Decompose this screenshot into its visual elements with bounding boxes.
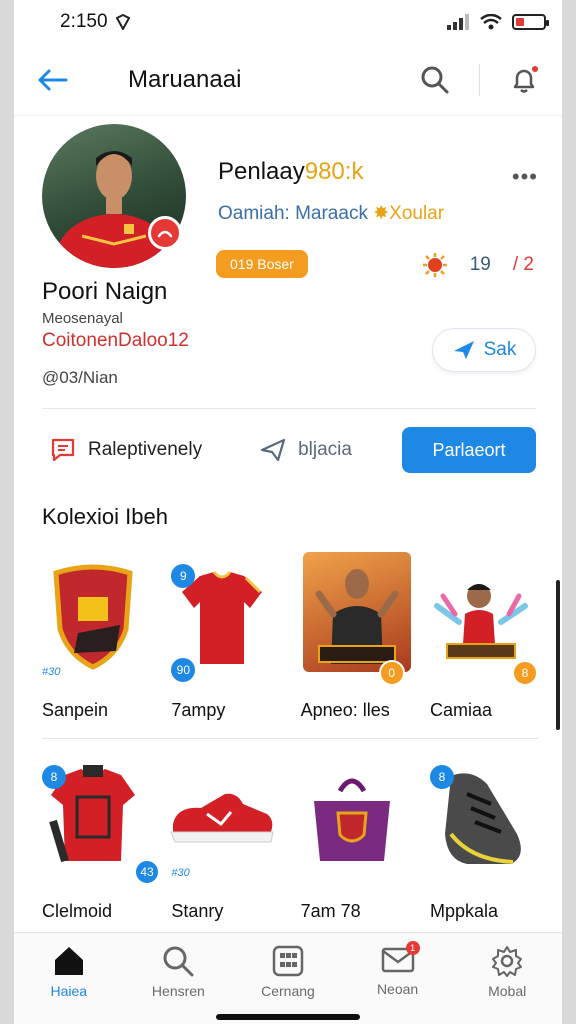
- collection-item[interactable]: 7am 78: [293, 753, 417, 939]
- bag-icon: [313, 778, 390, 861]
- primary-action-button[interactable]: Parlaeort: [402, 427, 536, 473]
- nav-search[interactable]: Hensren: [128, 945, 228, 999]
- share-icon: [260, 438, 286, 462]
- profile-stats: 19 / 2: [422, 252, 534, 278]
- collection-item[interactable]: 8 43 Clelmoid: [34, 753, 160, 939]
- gear-icon: [492, 946, 523, 977]
- message-icon: [51, 438, 75, 462]
- stat-value: 19: [469, 254, 491, 275]
- sak-button[interactable]: Sak: [432, 328, 536, 372]
- figurine-icon: [433, 584, 528, 659]
- home-icon: [54, 947, 83, 975]
- profile-card: Penlaay980:k Oamiah: Maraack ✸Xoular •••…: [14, 116, 562, 416]
- collection-item[interactable]: 8 Camiaa: [422, 552, 546, 738]
- user-handle: @03/Nian: [42, 368, 118, 387]
- nav-home[interactable]: Haiea: [19, 945, 119, 999]
- status-badge: 019 Boser: [216, 250, 308, 278]
- back-button[interactable]: [32, 60, 72, 100]
- app-screen: 2:150 Maruanaai Penlaay980:k Oamiah: Mar…: [14, 0, 562, 1024]
- notification-dot: [530, 63, 540, 74]
- team-crest-icon: [53, 564, 133, 670]
- more-options-button[interactable]: •••: [512, 164, 538, 190]
- collection-row: 8 43 Clelmoid #30 Stanry 7am 78 8 Mppkal…: [34, 753, 546, 939]
- sneaker-icon: [170, 793, 274, 843]
- profile-subtitle: Oamiah: Maraack ✸Xoular: [218, 203, 445, 224]
- collection-title: Kolexioi Ibeh: [42, 504, 168, 529]
- profile-name: Penlaay980:k: [218, 158, 364, 185]
- search-icon: [421, 66, 449, 93]
- action-row: Raleptivenely bljacia Parlaeort: [14, 410, 562, 490]
- status-bar: 2:150: [14, 0, 562, 44]
- nav-grid[interactable]: Cernang: [238, 945, 338, 999]
- nav-settings[interactable]: Mobal: [457, 945, 557, 999]
- action-second[interactable]: bljacia: [260, 438, 352, 462]
- nav-messages[interactable]: 1 Neoan: [348, 941, 448, 997]
- signal-icon: [447, 14, 469, 30]
- collection-item[interactable]: 8 Mppkala: [422, 753, 546, 939]
- status-time: 2:150: [60, 11, 130, 33]
- user-name: Poori Naign: [42, 278, 168, 305]
- arrow-left-icon: [38, 69, 68, 90]
- wifi-icon: [480, 14, 502, 30]
- user-team: CoitonenDaloo12: [42, 330, 189, 351]
- verified-badge-icon: [148, 216, 182, 250]
- nav-badge: 1: [405, 941, 420, 955]
- app-header: Maruanaai: [14, 44, 562, 116]
- stat-extra: / 2: [512, 254, 534, 275]
- section-divider: [42, 408, 536, 409]
- collection-item[interactable]: #30 Stanry: [163, 753, 287, 939]
- collection-row: #30 Sanpein 9 90 7ampy 0 Apneo: lles 8 C…: [34, 552, 546, 738]
- location-icon: [115, 14, 130, 30]
- sun-badge-icon: [422, 253, 447, 277]
- grid-icon: [272, 945, 304, 977]
- scrollbar[interactable]: [556, 580, 560, 730]
- row-divider: [42, 738, 538, 739]
- search-icon: [163, 946, 194, 977]
- collection-grid: #30 Sanpein 9 90 7ampy 0 Apneo: lles 8 C…: [34, 552, 546, 939]
- collection-item[interactable]: #30 Sanpein: [34, 552, 158, 738]
- plane-icon: [453, 341, 474, 359]
- bottom-nav: Haiea Hensren Cernang 1 Neoan Mobal: [14, 932, 562, 1024]
- collection-item[interactable]: 9 90 7ampy: [163, 552, 287, 738]
- jersey-icon: [182, 571, 263, 664]
- battery-icon: [512, 14, 549, 30]
- home-indicator: [216, 1014, 360, 1020]
- star-icon: ✸: [373, 203, 390, 224]
- search-button[interactable]: [415, 60, 455, 100]
- action-first[interactable]: Raleptivenely: [50, 437, 202, 463]
- player-card-icon: [315, 569, 399, 664]
- notifications-button[interactable]: [504, 60, 544, 100]
- user-category: Meosenayal: [42, 310, 123, 327]
- page-title: Maruanaai: [128, 65, 242, 93]
- collection-item[interactable]: 0 Apneo: lles: [293, 552, 417, 738]
- header-separator: [479, 63, 480, 96]
